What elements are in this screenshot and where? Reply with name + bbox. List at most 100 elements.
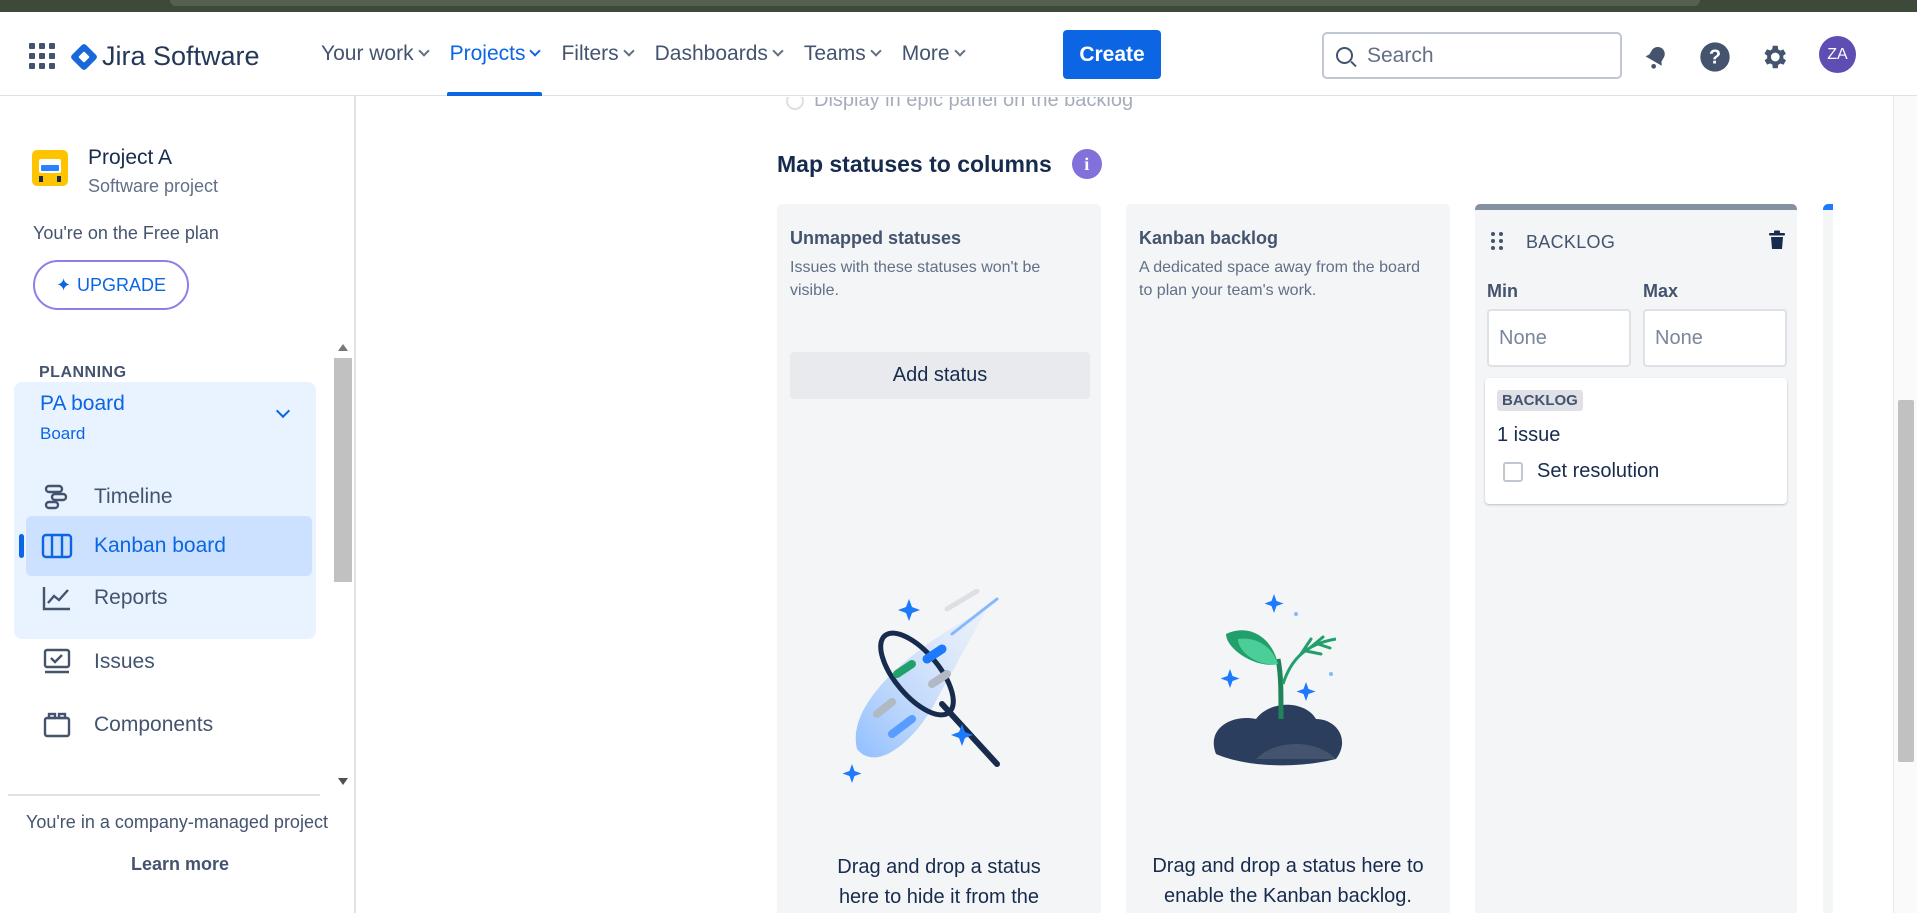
scroll-up-arrow-icon[interactable] (338, 344, 348, 351)
drop-hint: Drag and drop a status here to hide it f… (777, 852, 1101, 912)
section-title-text: Map statuses to columns (777, 150, 1052, 177)
search-icon (1336, 47, 1353, 64)
learn-more-link[interactable]: Learn more (131, 854, 229, 875)
status-card[interactable]: BACKLOG 1 issue Set resolution (1485, 378, 1787, 504)
min-input[interactable] (1487, 309, 1631, 367)
description-line: A dedicated space away from the board (1139, 259, 1421, 276)
sparkle-icon: ✦ (55, 274, 72, 295)
column-title: Unmapped statuses (790, 228, 962, 248)
max-label: Max (1643, 281, 1679, 301)
info-icon[interactable]: i (1071, 149, 1102, 179)
backlog-column: BACKLOG Min Max BACKLOG 1 issue Set reso… (1475, 204, 1797, 913)
set-resolution-label: Set resolution (1537, 460, 1660, 482)
sidebar-scroll-thumb[interactable] (334, 358, 352, 582)
scroll-down-arrow-icon[interactable] (338, 778, 348, 785)
menu-label: Filters (561, 42, 619, 65)
sidebar-item-label: Issues (94, 650, 155, 673)
menu-filters[interactable]: Filters (550, 12, 643, 96)
drop-hint: Drag and drop a status here to enable th… (1126, 851, 1450, 911)
sidebar-scroll-area: PLANNING PA board Board Timeline Kanban … (0, 334, 356, 794)
menu-label: Dashboards (654, 42, 768, 65)
max-input[interactable] (1643, 309, 1787, 367)
chevron-down-icon (622, 45, 635, 57)
drag-handle-icon[interactable] (1491, 232, 1503, 250)
butterfly-net-illustration (842, 589, 1000, 783)
drop-hint-line: Drag and drop a status here to (1152, 855, 1424, 877)
project-avatar (32, 150, 68, 186)
main-menu: Your work Projects Filters Dashboards Te… (310, 12, 975, 96)
project-name: Project A (88, 146, 173, 169)
sidebar-item-components[interactable]: Components (40, 695, 310, 755)
section-title: Map statuses to columns i (777, 149, 1102, 179)
set-resolution-checkbox[interactable] (1503, 461, 1523, 482)
project-type: Software project (88, 176, 219, 196)
menu-label: Your work (321, 42, 414, 65)
selected-indicator (19, 534, 24, 558)
menu-label: More (901, 42, 950, 65)
column-title: Kanban backlog (1139, 228, 1279, 248)
create-button[interactable]: Create (1063, 30, 1161, 79)
next-column-edge (1823, 204, 1833, 913)
page-scroll-thumb[interactable] (1898, 400, 1914, 762)
sidebar-item-kanban-board[interactable]: Kanban board (26, 516, 312, 576)
add-status-button[interactable]: Add status (790, 352, 1090, 399)
description-line: Issues with these statuses won't be (790, 259, 1041, 276)
sidebar-scrollbar[interactable] (331, 334, 355, 794)
epic-panel-option-label: Display in epic panel on the backlog (814, 97, 1134, 111)
upgrade-button[interactable]: ✦ UPGRADE (33, 260, 189, 310)
settings-gear-icon[interactable] (1757, 40, 1791, 74)
top-navigation: Jira Software Your work Projects Filters… (0, 12, 1917, 96)
trash-icon[interactable] (1768, 230, 1786, 255)
plan-text: You're on the Free plan (33, 223, 219, 243)
set-resolution[interactable]: Set resolution (1503, 460, 1659, 483)
description-line: to plan your team's work. (1139, 282, 1317, 299)
column-name[interactable]: BACKLOG (1526, 232, 1615, 253)
drop-hint-line: enable the Kanban backlog. (1164, 885, 1412, 907)
issue-count: 1 issue (1497, 424, 1561, 446)
browser-top-strip-inner (170, 0, 1700, 6)
page-scrollbar[interactable] (1893, 96, 1917, 913)
menu-teams[interactable]: Teams (793, 12, 891, 96)
menu-your-work[interactable]: Your work (310, 12, 439, 96)
project-header[interactable]: Project A Software project (32, 146, 218, 197)
menu-more[interactable]: More (891, 12, 975, 96)
menu-label: Teams (803, 42, 866, 65)
help-icon[interactable]: ? (1698, 40, 1732, 74)
search-input[interactable] (1367, 43, 1607, 68)
main-content: Display in epic panel on the backlog Map… (358, 97, 1893, 913)
jira-logo[interactable]: Jira Software (69, 41, 260, 72)
timeline-icon (40, 482, 74, 512)
sidebar-item-reports[interactable]: Reports (40, 568, 310, 628)
notifications-icon[interactable] (1639, 40, 1673, 74)
column-description: A dedicated space away from the board to… (1139, 256, 1420, 302)
jira-diamond-icon (69, 42, 99, 71)
issues-icon (40, 647, 74, 677)
sidebar-item-label: Timeline (94, 485, 173, 508)
sidebar-item-issues[interactable]: Issues (40, 632, 310, 692)
radio-icon[interactable] (786, 97, 804, 110)
section-label-planning: PLANNING (39, 364, 127, 381)
browser-top-strip (0, 0, 1917, 12)
plant-illustration (1213, 594, 1343, 766)
sidebar-item-label: Kanban board (94, 534, 226, 557)
app-switcher-icon[interactable] (29, 43, 55, 69)
upgrade-label: UPGRADE (77, 274, 167, 295)
board-name[interactable]: PA board (40, 392, 125, 416)
svg-text:?: ? (1709, 47, 1721, 69)
sidebar-item-label: Reports (94, 586, 168, 609)
brand-name: Jira Software (102, 41, 260, 71)
chevron-down-icon (870, 45, 882, 57)
search-box[interactable] (1322, 32, 1622, 79)
chevron-down-icon (529, 45, 542, 57)
project-sidebar: Project A Software project You're on the… (0, 96, 356, 913)
menu-label: Projects (449, 42, 526, 65)
menu-projects[interactable]: Projects (439, 12, 551, 96)
sidebar-footer-divider (8, 794, 320, 796)
user-avatar[interactable]: ZA (1819, 36, 1856, 73)
epic-panel-option[interactable]: Display in epic panel on the backlog (786, 97, 1133, 112)
chevron-down-icon (953, 45, 966, 57)
chevron-down-icon (772, 45, 784, 57)
board-subtitle: Board (40, 424, 86, 443)
menu-dashboards[interactable]: Dashboards (644, 12, 793, 96)
chevron-down-icon[interactable] (275, 403, 291, 419)
